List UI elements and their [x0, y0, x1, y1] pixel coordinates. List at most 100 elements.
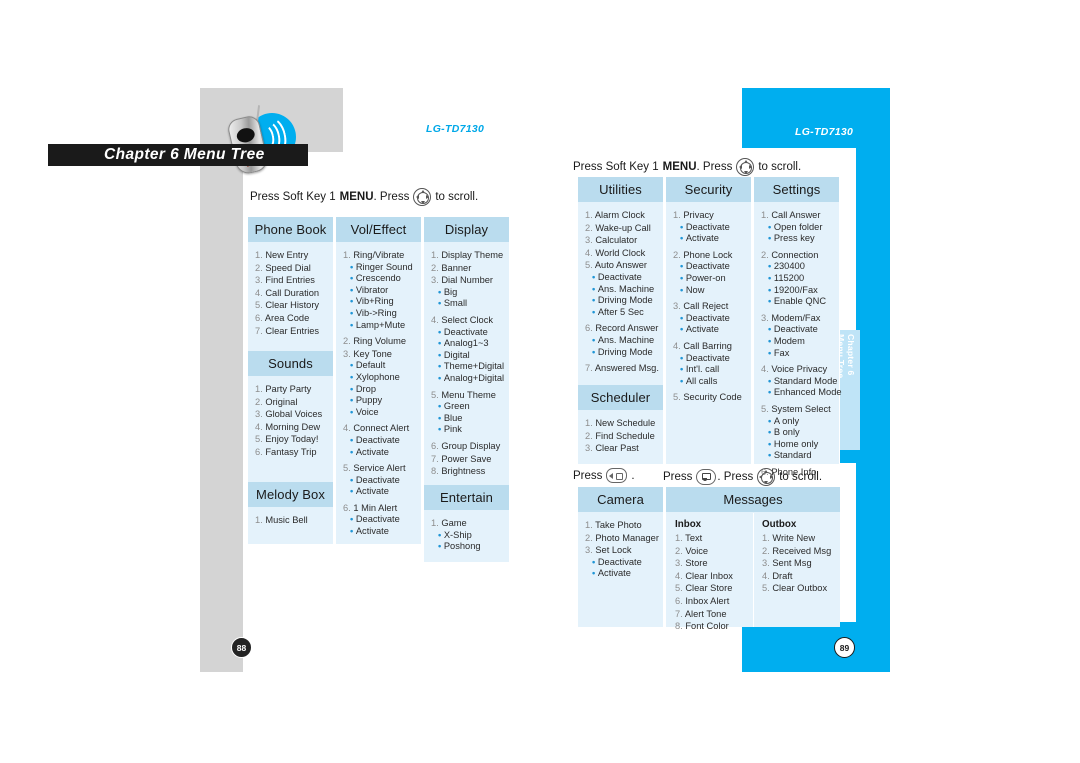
menu-item: 1. New Schedule: [585, 417, 663, 430]
menu-item-label: Voice: [685, 545, 709, 556]
menu-item: 6. Fantasy Trip: [255, 446, 333, 459]
menu-subitem-label: Activate: [685, 233, 719, 244]
menu-subitem-label: Deactivate: [443, 326, 488, 337]
menu-item: 3. Key Tone: [343, 348, 421, 361]
instruction-suffix: to scroll.: [758, 161, 802, 173]
menu-item: 2. Connection: [761, 249, 839, 262]
menu-item: 2. Wake-up Call: [585, 222, 663, 235]
instruction-prefix: Press: [663, 471, 693, 483]
menu-subitem-label: Ans. Machine: [597, 283, 655, 294]
menu-subitem-label: Deactivate: [685, 221, 730, 232]
instruction-prefix: Press: [573, 469, 603, 482]
chapter-side-tab-accent: [840, 450, 860, 463]
menu-item-number: 3.: [675, 558, 686, 569]
menu-item-number: 1.: [343, 250, 354, 260]
menu-subitem: • Standard: [761, 450, 839, 462]
menu-subitem-label: Ringer Sound: [355, 261, 413, 272]
column-items: 1. New Schedule 2. Find Schedule 3. Clear …: [578, 410, 663, 464]
menu-subitem-label: Analog+Digital: [443, 372, 505, 383]
page-number-left: 88: [231, 637, 252, 658]
menu-item-label: Speed Dial: [265, 262, 311, 273]
column-items: 1. Alarm Clock 2. Wake-up Call 3. Calculat…: [578, 202, 663, 384]
menu-subitem: • Enable QNC: [761, 296, 839, 308]
menu-subitem: • Power-on: [673, 273, 751, 285]
menu-item-label: Answered Msg.: [594, 363, 659, 374]
menu-item: 2. Photo Manager: [585, 532, 663, 545]
menu-item-number: 4.: [255, 287, 266, 298]
menu-item: 3. Clear Past: [585, 442, 663, 455]
menu-item: 7. Clear Entries: [255, 325, 333, 338]
menu-item-label: Clear Inbox: [685, 570, 733, 581]
column-header: Scheduler: [578, 385, 663, 410]
menu-subitem: • Driving Mode: [585, 347, 663, 359]
menu-subitem: • Theme+Digital: [431, 361, 509, 373]
menu-subitem-label: Home only: [773, 438, 819, 449]
menu-item-number: 3.: [673, 301, 684, 312]
instruction-suffix: to scroll.: [435, 191, 479, 203]
menu-item-label: Clear Outbox: [772, 583, 828, 594]
menu-column-entertain: Entertain 1. Game • X-Ship • Poshong: [424, 485, 509, 562]
model-label-right: LG-TD7130: [795, 126, 854, 138]
menu-subitem-label: After 5 Sec: [597, 306, 644, 317]
menu-subitem-label: Crescendo: [355, 273, 401, 284]
menu-instruction-right: Press Soft Key 1 MENU . Press to scroll.: [573, 158, 801, 176]
menu-subitem: • Poshong: [431, 541, 509, 553]
message-key-icon: [696, 469, 717, 485]
outbox-items: 1. Write New 2. Received Msg 3. Sent Msg 4.…: [762, 532, 840, 595]
menu-item-number: 5.: [762, 583, 773, 594]
menu-item-label: Ring/Vibrate: [353, 250, 405, 260]
menu-subitem: • Activate: [343, 486, 421, 498]
menu-subitem-label: Now: [685, 284, 705, 295]
menu-item-number: 1.: [431, 518, 442, 528]
menu-subitem-label: Digital: [443, 349, 470, 360]
camera-instruction: Press .: [573, 468, 635, 483]
menu-column-scheduler: Scheduler 1. New Schedule 2. Find Schedul…: [578, 385, 663, 464]
menu-subitem-label: 230400: [773, 261, 805, 272]
menu-subitem: • Voice: [343, 407, 421, 419]
menu-item: 3. Dial Number: [431, 274, 509, 287]
menu-subitem: • Lamp+Mute: [343, 320, 421, 332]
menu-item-number: 2.: [431, 262, 442, 273]
menu-item-label: Service Alert: [353, 463, 406, 474]
menu-item: 1. Write New: [762, 532, 840, 545]
menu-item-number: 5.: [673, 392, 684, 403]
menu-item-number: 6.: [585, 323, 596, 334]
menu-item-label: World Clock: [595, 247, 646, 258]
menu-item-number: 7.: [675, 608, 685, 619]
menu-item-label: Wake-up Call: [595, 222, 651, 233]
menu-item: 6. Inbox Alert: [675, 595, 753, 608]
menu-item-number: 6.: [255, 446, 266, 457]
menu-item: 3. Store: [675, 557, 753, 570]
menu-subitem: • Activate: [673, 233, 751, 245]
menu-item-label: Call Reject: [683, 301, 729, 312]
menu-item-number: 2.: [343, 336, 354, 347]
menu-subitem: • Digital: [431, 350, 509, 362]
menu-item-label: Dial Number: [441, 275, 494, 286]
menu-subitem: • Deactivate: [761, 324, 839, 336]
menu-item-label: Call Duration: [265, 287, 320, 298]
menu-item-label: Select Clock: [441, 314, 494, 325]
menu-subitem-label: Green: [443, 401, 470, 412]
menu-item-number: 2.: [675, 545, 686, 556]
menu-subitem: • All calls: [673, 376, 751, 388]
menu-item-label: Power Save: [441, 453, 492, 464]
menu-subitem: • Activate: [343, 447, 421, 459]
menu-item-label: 1 Min Alert: [353, 502, 398, 513]
menu-item-number: 1.: [255, 250, 266, 260]
menu-subitem: • Pink: [431, 424, 509, 436]
menu-item-number: 3.: [255, 275, 266, 286]
messages-inbox-column: Inbox 1. Text 2. Voice 3. Store 4. Clear In…: [666, 512, 753, 633]
menu-item-number: 3.: [585, 545, 596, 556]
menu-item-label: Global Voices: [265, 409, 323, 420]
column-header: Utilities: [578, 177, 663, 202]
menu-subitem-label: Puppy: [355, 395, 383, 406]
menu-item: 1. Call Answer: [761, 209, 839, 222]
menu-item: 4. Call Barring: [673, 340, 751, 353]
menu-subitem: • Big: [431, 287, 509, 299]
menu-subitem-label: Activate: [597, 568, 631, 579]
menu-item-label: Party Party: [265, 384, 312, 394]
menu-item: 5. Clear Outbox: [762, 582, 840, 595]
menu-item-number: 7.: [255, 325, 266, 336]
menu-subitem-label: Drop: [355, 383, 376, 394]
menu-item: 5. Auto Answer: [585, 259, 663, 272]
